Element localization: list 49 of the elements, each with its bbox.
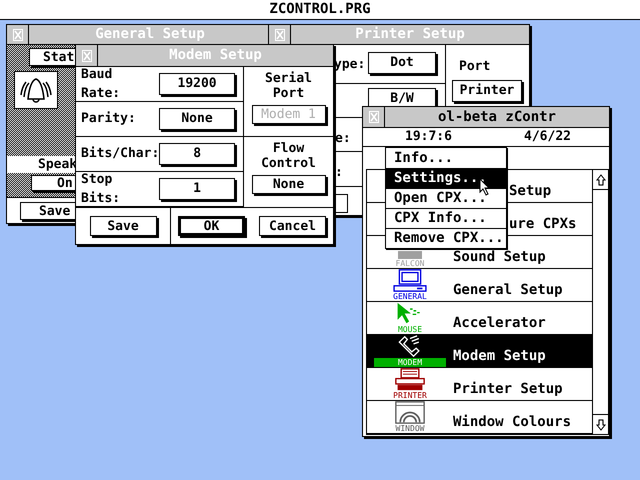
value-button[interactable]: 1 xyxy=(159,178,235,200)
window-title[interactable]: ol-beta zContr xyxy=(385,107,609,127)
item-label: General Setup xyxy=(453,283,563,297)
clock-date: 4/6/22 xyxy=(524,128,571,146)
group-label: Serial Port xyxy=(264,71,313,101)
up-arrow-icon[interactable] xyxy=(596,174,606,186)
icon-caption: FALCON xyxy=(394,259,426,268)
speaker-label: Speak xyxy=(37,158,78,171)
cpx-list-item[interactable]: WINDOW Window Colours xyxy=(367,401,592,434)
icon-caption: MODEM xyxy=(374,358,446,367)
port-button[interactable]: Printer xyxy=(452,80,522,102)
icon-caption: PRINTER xyxy=(392,391,428,400)
window-icon xyxy=(392,401,428,424)
group-label: Flow Control xyxy=(260,141,317,171)
field-label: e: xyxy=(335,130,351,148)
clock-time: 19:7:6 xyxy=(405,128,452,146)
cpx-list-item[interactable]: MODEM Modem Setup xyxy=(367,335,592,368)
program-title: ZCONTROL.PRG xyxy=(269,0,371,19)
cpx-list-item[interactable]: GENERAL General Setup xyxy=(367,269,592,302)
icon-caption: WINDOW xyxy=(394,424,426,433)
item-label: Sound Setup xyxy=(453,250,546,264)
item-label: Accelerator xyxy=(453,316,546,330)
cpx-list-item[interactable]: PRINTER Printer Setup xyxy=(367,368,592,401)
item-label: Modem Setup xyxy=(453,349,546,363)
cpx-list-item[interactable]: MOUSE Accelerator xyxy=(367,302,592,335)
value-button[interactable]: None xyxy=(159,108,235,130)
icon-caption: MOUSE xyxy=(396,325,424,334)
type-button[interactable]: Dot xyxy=(368,52,436,74)
dialog-button[interactable]: OK xyxy=(178,216,245,236)
field-label: Parity: xyxy=(81,110,136,128)
icon-caption: GENERAL xyxy=(392,292,428,301)
value-button[interactable]: 8 xyxy=(159,143,235,165)
field-label: Bits/Char: xyxy=(81,145,160,164)
type-label: ype: xyxy=(334,56,366,74)
scrollbar[interactable] xyxy=(592,170,608,434)
field-label: : xyxy=(335,164,343,182)
value-button[interactable]: 19200 xyxy=(159,73,235,95)
option-button[interactable]: None xyxy=(252,175,326,194)
menu-item[interactable]: Settings... xyxy=(386,168,506,188)
port-label: Port xyxy=(459,58,490,76)
item-label: Printer Setup xyxy=(453,382,563,396)
item-label: Setup xyxy=(509,184,552,198)
item-label: ure CPXs xyxy=(509,217,576,231)
dialog-button[interactable]: Save xyxy=(90,216,156,236)
down-arrow-icon[interactable] xyxy=(596,418,606,430)
field-label: Baud Rate: xyxy=(81,66,122,103)
menu-item[interactable]: Open CPX... xyxy=(386,188,506,208)
dialog-button[interactable]: Cancel xyxy=(259,216,326,236)
item-label: Window Colours xyxy=(453,415,572,429)
